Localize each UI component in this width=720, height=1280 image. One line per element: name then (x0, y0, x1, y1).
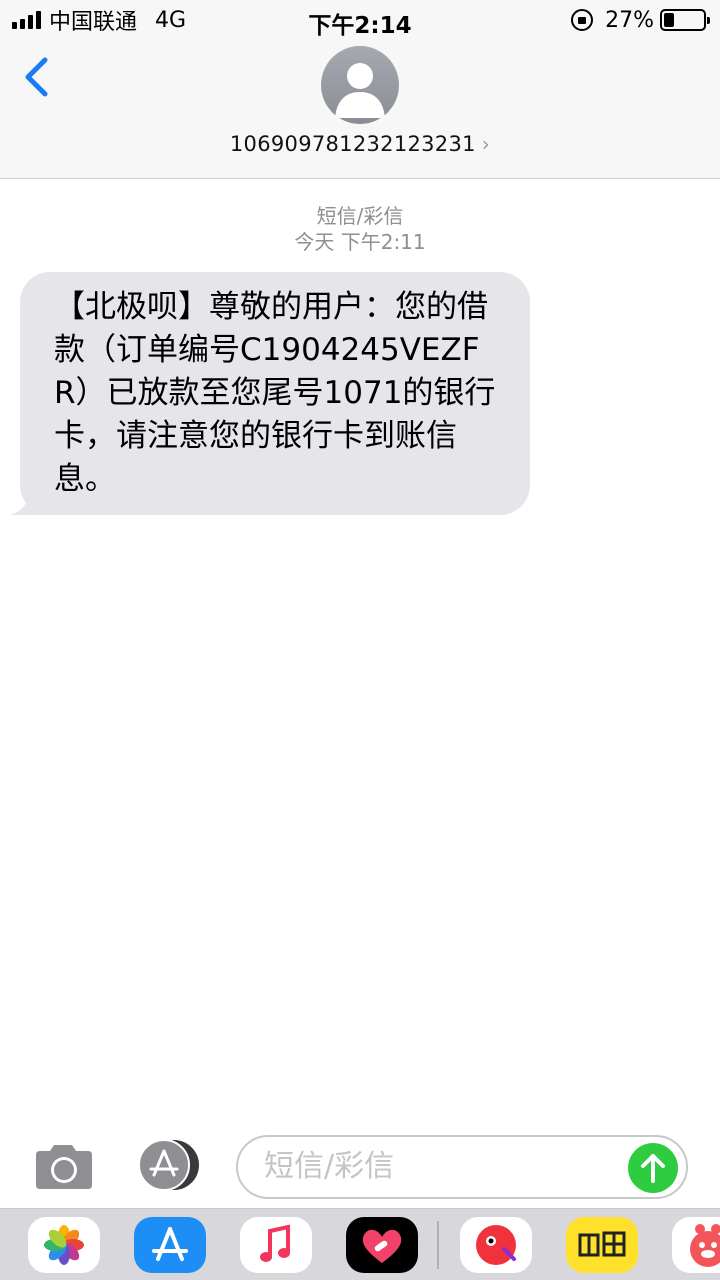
pig-glyph (690, 1224, 720, 1267)
music-icon[interactable] (240, 1217, 312, 1273)
back-button[interactable] (18, 54, 58, 100)
photos-petals (44, 1225, 84, 1265)
input-bar: 短信/彩信 (0, 1125, 720, 1210)
battery-percent: 27% (605, 7, 654, 33)
xianyu-glyph (578, 1231, 626, 1257)
camera-icon (36, 1145, 92, 1189)
imessage-app-tray (0, 1208, 720, 1280)
music-note-glyph (260, 1224, 290, 1262)
contact-info-button[interactable]: 106909781232123231 › (0, 132, 720, 156)
send-button[interactable] (628, 1143, 678, 1193)
message-meta: 短信/彩信 今天 下午2:11 (0, 203, 720, 255)
contact-number: 106909781232123231 (229, 132, 476, 156)
service-label: 短信/彩信 (316, 204, 404, 228)
rotation-lock-icon (571, 9, 594, 31)
heart-glyph (362, 1229, 402, 1263)
chevron-right-icon: › (481, 132, 491, 156)
tray-divider (437, 1221, 439, 1269)
send-arrow-icon (641, 1154, 665, 1183)
tmall-icon[interactable] (460, 1217, 532, 1273)
battery-level (664, 13, 675, 27)
status-right: 27% (571, 6, 710, 34)
contact-avatar[interactable] (321, 46, 399, 124)
heart-app-icon[interactable] (346, 1217, 418, 1273)
person-silhouette-icon (335, 63, 385, 118)
pig-app-icon[interactable] (672, 1217, 720, 1273)
conversation-header: 106909781232123231 › (0, 40, 720, 179)
app-store-glyph (152, 1227, 188, 1261)
battery-icon (660, 9, 710, 31)
app-store-icon (138, 1139, 199, 1191)
camera-button[interactable] (32, 1143, 94, 1191)
message-row: 【北极呗】尊敬的用户：您的借款（订单编号C1904245VEZFR）已放款至您尾… (10, 272, 530, 515)
message-input-placeholder: 短信/彩信 (264, 1149, 395, 1184)
xianyu-icon[interactable] (566, 1217, 638, 1273)
message-text: 【北极呗】尊敬的用户：您的借款（订单编号C1904245VEZFR）已放款至您尾… (54, 289, 496, 497)
message-timestamp: 今天 下午2:11 (294, 230, 426, 254)
tmall-glyph (476, 1225, 516, 1265)
photos-icon[interactable] (28, 1217, 100, 1273)
incoming-message-bubble[interactable]: 【北极呗】尊敬的用户：您的借款（订单编号C1904245VEZFR）已放款至您尾… (20, 272, 530, 515)
app-store-icon[interactable] (134, 1217, 206, 1273)
message-input[interactable]: 短信/彩信 (236, 1135, 688, 1199)
chevron-left-icon (25, 57, 48, 97)
apps-button[interactable] (134, 1139, 204, 1191)
status-bar: 中国联通 4G 下午2:14 27% (0, 0, 720, 40)
